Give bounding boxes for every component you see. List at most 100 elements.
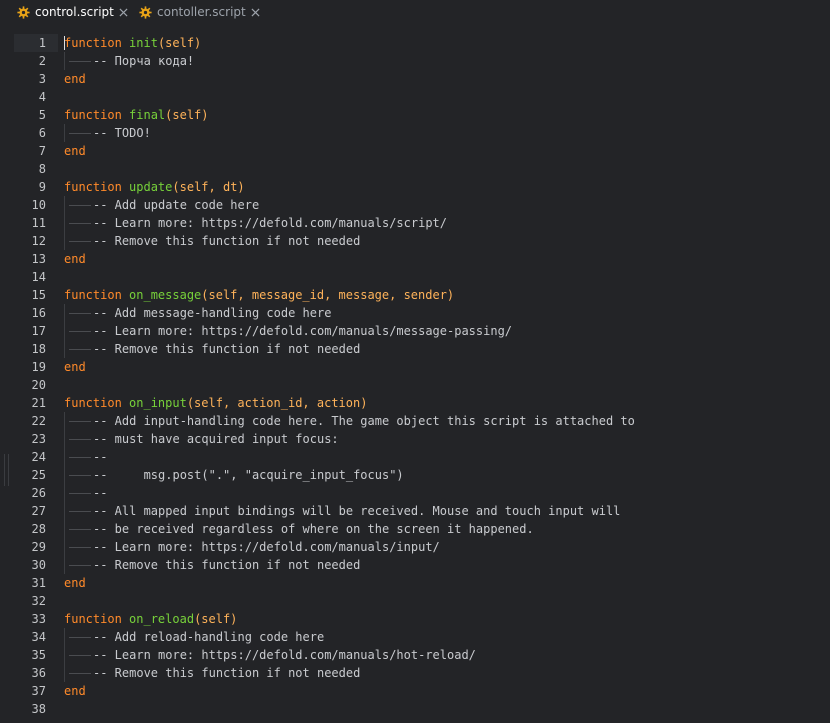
code-text: -- Learn more: https://defold.com/manual… <box>93 322 512 340</box>
indent-guide <box>64 466 65 484</box>
code-token: (self) <box>165 108 209 122</box>
code-line[interactable]: 15 function on_message(self, message_id, … <box>0 286 830 304</box>
code-token: -- be received regardless of where on th… <box>93 522 534 536</box>
code-text: -- Add update code here <box>93 196 259 214</box>
code-token: function <box>64 180 130 194</box>
code-token: final <box>129 108 166 122</box>
code-line[interactable]: 35 -- Learn more: https://defold.com/manu… <box>0 646 830 664</box>
code-token: function <box>64 396 130 410</box>
code-line[interactable]: 10 -- Add update code here <box>0 196 830 214</box>
code-token: (self, dt) <box>172 180 245 194</box>
line-number: 15 <box>31 288 46 302</box>
gear-icon <box>139 5 152 19</box>
code-text: -- Remove this function if not needed <box>93 340 360 358</box>
line-number: 14 <box>31 270 46 284</box>
code-text: -- <box>93 484 107 502</box>
code-line[interactable]: 14 <box>0 268 830 286</box>
line-number: 35 <box>31 648 46 662</box>
code-token: -- Add message-handling code here <box>93 306 332 320</box>
code-token: -- TODO! <box>93 126 151 140</box>
code-text: -- must have acquired input focus: <box>93 430 339 448</box>
code-line[interactable]: 24 -- <box>0 448 830 466</box>
code-line[interactable]: 18 -- Remove this function if not needed <box>0 340 830 358</box>
code-text: -- Learn more: https://defold.com/manual… <box>93 646 476 664</box>
code-line[interactable]: 34 -- Add reload-handling code here <box>0 628 830 646</box>
code-line[interactable]: 3 end <box>0 70 830 88</box>
tab-label: contoller.script <box>157 5 246 19</box>
code-line[interactable]: 25 -- msg.post(".", "acquire_input_focus"… <box>0 466 830 484</box>
close-icon[interactable] <box>119 7 128 17</box>
tab-control-script[interactable]: control.script <box>17 0 128 24</box>
code-token: -- Remove this function if not needed <box>93 666 361 680</box>
code-line[interactable]: 2 -- Порча кода! <box>0 52 830 70</box>
line-number: 12 <box>31 234 46 248</box>
code-token: end <box>64 684 86 698</box>
code-text: -- be received regardless of where on th… <box>93 520 534 538</box>
gear-icon <box>17 5 30 19</box>
line-number: 25 <box>31 468 46 482</box>
code-text: end <box>64 682 86 700</box>
code-line[interactable]: 21 function on_input(self, action_id, act… <box>0 394 830 412</box>
code-line[interactable]: 13 end <box>0 250 830 268</box>
close-icon[interactable] <box>251 7 260 17</box>
code-line[interactable]: 38 <box>0 700 830 718</box>
code-line[interactable]: 22 -- Add input-handling code here. The g… <box>0 412 830 430</box>
code-line[interactable]: 17 -- Learn more: https://defold.com/manu… <box>0 322 830 340</box>
code-line[interactable]: 23 -- must have acquired input focus: <box>0 430 830 448</box>
line-number: 34 <box>31 630 46 644</box>
code-token: -- Add input-handling code here. The gam… <box>93 414 635 428</box>
code-token: -- Learn more: https://defold.com/manual… <box>93 216 448 230</box>
line-number: 36 <box>31 666 46 680</box>
line-number: 20 <box>31 378 46 392</box>
code-line[interactable]: 16 -- Add message-handling code here <box>0 304 830 322</box>
whitespace-marker <box>69 475 91 476</box>
line-number: 27 <box>31 504 46 518</box>
code-token: -- Remove this function if not needed <box>93 558 361 572</box>
code-line[interactable]: 33 function on_reload(self) <box>0 610 830 628</box>
code-line[interactable]: 26 -- <box>0 484 830 502</box>
code-token: -- <box>93 450 108 464</box>
line-number: 31 <box>31 576 46 590</box>
code-line[interactable]: 20 <box>0 376 830 394</box>
code-line[interactable]: 5 function final(self) <box>0 106 830 124</box>
code-token: -- <box>93 486 108 500</box>
code-line[interactable]: 28 -- be received regardless of where on … <box>0 520 830 538</box>
code-text: end <box>64 70 86 88</box>
code-line[interactable]: 8 <box>0 160 830 178</box>
code-line[interactable]: 19 end <box>0 358 830 376</box>
code-token: -- Learn more: https://defold.com/manual… <box>93 540 440 554</box>
code-line[interactable]: 29 -- Learn more: https://defold.com/manu… <box>0 538 830 556</box>
code-line[interactable]: 37 end <box>0 682 830 700</box>
code-text: function on_message(self, message_id, me… <box>64 286 454 304</box>
line-number: 1 <box>38 36 46 50</box>
code-line[interactable]: 27 -- All mapped input bindings will be r… <box>0 502 830 520</box>
code-text: -- <box>93 448 107 466</box>
line-number: 5 <box>38 108 46 122</box>
tab-bar: control.script contoller.script <box>0 0 830 24</box>
code-line[interactable]: 4 <box>0 88 830 106</box>
line-number: 7 <box>38 144 46 158</box>
code-line[interactable]: 11 -- Learn more: https://defold.com/manu… <box>0 214 830 232</box>
code-line[interactable]: 1 function init(self) <box>0 34 830 52</box>
line-number: 6 <box>38 126 46 140</box>
code-line[interactable]: 30 -- Remove this function if not needed <box>0 556 830 574</box>
code-text: -- Remove this function if not needed <box>93 556 360 574</box>
line-number: 29 <box>31 540 46 554</box>
line-number: 16 <box>31 306 46 320</box>
tab-contoller-script[interactable]: contoller.script <box>139 0 260 24</box>
code-token: init <box>129 36 158 50</box>
code-line[interactable]: 36 -- Remove this function if not needed <box>0 664 830 682</box>
code-line[interactable]: 12 -- Remove this function if not needed <box>0 232 830 250</box>
code-text: -- Learn more: https://defold.com/manual… <box>93 538 440 556</box>
whitespace-marker <box>69 331 91 332</box>
code-editor[interactable]: 1 function init(self) 2 -- Порча кода! 3 end 4… <box>0 24 830 723</box>
code-line[interactable]: 9 function update(self, dt) <box>0 178 830 196</box>
code-token: end <box>64 144 86 158</box>
code-line[interactable]: 32 <box>0 592 830 610</box>
code-line[interactable]: 6 -- TODO! <box>0 124 830 142</box>
code-line[interactable]: 7 end <box>0 142 830 160</box>
code-token: (self, action_id, action) <box>186 396 368 410</box>
code-token: on_reload <box>129 612 195 626</box>
code-line[interactable]: 31 end <box>0 574 830 592</box>
line-number: 32 <box>31 594 46 608</box>
